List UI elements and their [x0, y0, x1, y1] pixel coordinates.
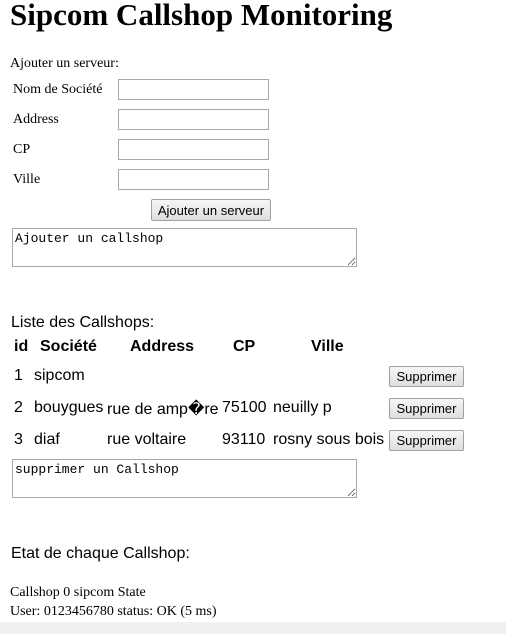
cell-ville: rosny sous bois	[273, 431, 385, 448]
cell-societe: bouygues	[34, 399, 104, 416]
col-societe: Société	[40, 338, 97, 355]
horizontal-scrollbar[interactable]	[0, 622, 506, 634]
cell-address: rue voltaire	[107, 431, 187, 448]
societe-input[interactable]	[118, 79, 269, 100]
cell-id: 2	[14, 399, 23, 416]
col-ville: Ville	[311, 338, 344, 355]
add-log-textarea[interactable]: Ajouter un callshop	[12, 228, 357, 267]
ville-input[interactable]	[118, 169, 269, 190]
state-heading: Etat de chaque Callshop:	[11, 545, 190, 562]
add-server-button[interactable]: Ajouter un serveur	[151, 199, 271, 221]
cell-id: 1	[14, 367, 23, 384]
delete-log-textarea[interactable]: supprimer un Callshop	[12, 459, 357, 498]
state-user-line: User: 0123456780 status: OK (5 ms)	[10, 604, 217, 619]
cell-societe: diaf	[34, 431, 60, 448]
address-label: Address	[13, 112, 59, 127]
ville-label: Ville	[13, 172, 41, 187]
cp-input[interactable]	[118, 139, 269, 160]
add-server-heading: Ajouter un serveur:	[10, 56, 119, 71]
delete-button[interactable]: Supprimer	[389, 366, 464, 387]
cell-societe: sipcom	[34, 367, 85, 384]
cell-address: rue de amp�re	[107, 401, 219, 418]
col-cp: CP	[233, 338, 256, 355]
cell-ville: neuilly p	[273, 399, 332, 416]
cp-label: CP	[13, 142, 31, 157]
cell-cp: 75100	[222, 399, 267, 416]
societe-label: Nom de Société	[13, 82, 103, 97]
delete-button[interactable]: Supprimer	[389, 430, 464, 451]
col-id: id	[14, 338, 29, 355]
cell-cp: 93110	[222, 431, 266, 448]
col-address: Address	[130, 338, 195, 355]
list-heading: Liste des Callshops:	[11, 314, 155, 331]
delete-button[interactable]: Supprimer	[389, 398, 464, 419]
address-input[interactable]	[118, 109, 269, 130]
page-title: Sipcom Callshop Monitoring	[10, 0, 393, 32]
cell-id: 3	[14, 431, 23, 448]
state-line: Callshop 0 sipcom State	[10, 585, 146, 600]
